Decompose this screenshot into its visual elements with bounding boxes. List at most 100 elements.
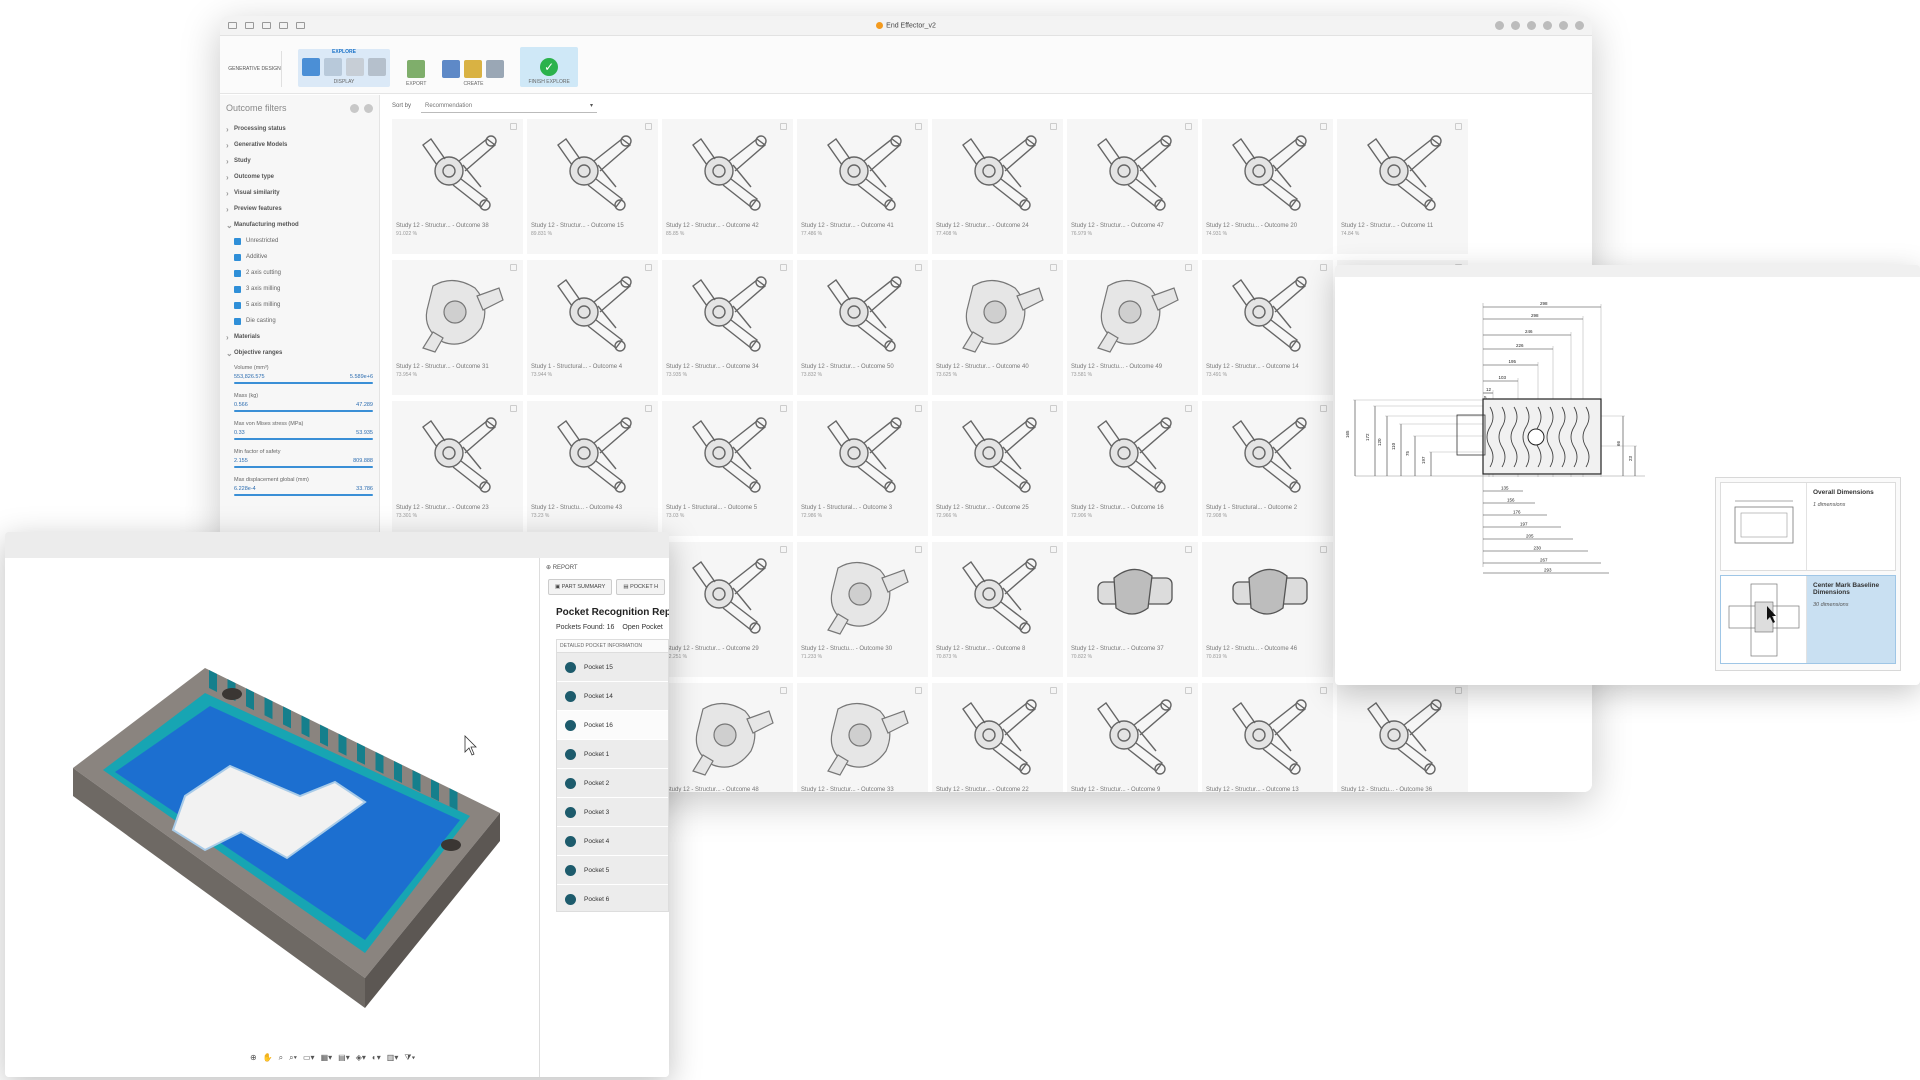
suggestion-center-mark-baseline[interactable]: Center Mark Baseline Dimensions 30 dimens… xyxy=(1720,575,1896,664)
range-max[interactable]: 33.786 xyxy=(356,486,373,492)
effects-icon[interactable]: ▥▾ xyxy=(387,1053,399,1063)
viewports-icon[interactable]: ▤▾ xyxy=(338,1053,350,1063)
favorite-icon[interactable] xyxy=(1320,405,1327,412)
outcome-card[interactable]: Study 12 - Structur... - Outcome 37 70.82… xyxy=(1067,542,1198,677)
filter-section-manufacturing[interactable]: Manufacturing method xyxy=(226,217,373,233)
method-checkbox[interactable]: 5 axis milling xyxy=(226,297,373,313)
fit-icon[interactable]: ⌕▾ xyxy=(289,1053,297,1063)
outcome-card[interactable]: Study 12 - Structur... - Outcome 29 72.25… xyxy=(662,542,793,677)
favorite-icon[interactable] xyxy=(510,123,517,130)
range-slider[interactable] xyxy=(234,494,373,496)
favorite-icon[interactable] xyxy=(1320,546,1327,553)
outcome-card[interactable]: Study 12 - Structur... - Outcome 47 76.97… xyxy=(1067,119,1198,254)
outcome-card[interactable]: Study 12 - Structur... - Outcome 969.579… xyxy=(1067,683,1198,792)
pocket-row[interactable]: Pocket 2 xyxy=(557,769,668,798)
method-checkbox[interactable]: 2 axis cutting xyxy=(226,265,373,281)
range-min[interactable]: 0.566 xyxy=(234,402,248,408)
favorite-icon[interactable] xyxy=(1050,687,1057,694)
pocket-row[interactable]: Pocket 4 xyxy=(557,827,668,856)
favorite-icon[interactable] xyxy=(780,687,787,694)
objective-range[interactable]: Min factor of safety 2.155 809.888 xyxy=(226,449,373,468)
outcome-card[interactable]: Study 12 - Structur... - Outcome 31 73.95… xyxy=(392,260,523,395)
display-settings-icon[interactable]: ▭▾ xyxy=(303,1053,315,1063)
range-slider[interactable] xyxy=(234,410,373,412)
favorite-icon[interactable] xyxy=(1050,264,1057,271)
favorite-icon[interactable] xyxy=(780,546,787,553)
range-min[interactable]: 2.155 xyxy=(234,458,248,464)
pocket-row[interactable]: Pocket 3 xyxy=(557,798,668,827)
favorite-icon[interactable] xyxy=(645,264,652,271)
redo-icon[interactable] xyxy=(296,22,305,29)
outcome-card[interactable]: Study 12 - Structur... - Outcome 25 72.96… xyxy=(932,401,1063,536)
outcome-card[interactable]: Study 12 - Structur... - Outcome 40 73.62… xyxy=(932,260,1063,395)
outcome-card[interactable]: Study 12 - Structur... - Outcome 16 72.90… xyxy=(1067,401,1198,536)
favorite-icon[interactable] xyxy=(1185,687,1192,694)
outcome-card[interactable]: Study 1 - Structural... - Outcome 3 72.98… xyxy=(797,401,928,536)
3d-viewport[interactable]: ⊕ ✋ ⌕ ⌕▾ ▭▾ ▦▾ ▤▾ ◈▾ ◐▾ ▥▾ ⧩▾ xyxy=(5,558,539,1077)
tab-pocket-hierarchy[interactable]: ▤ POCKET H xyxy=(616,579,666,595)
filter-section[interactable]: Processing status xyxy=(226,121,373,137)
objective-range[interactable]: Max von Mises stress (MPa) 0.33 53.935 xyxy=(226,421,373,440)
notifications-icon[interactable] xyxy=(1543,21,1552,30)
pocket-row[interactable]: Pocket 15 xyxy=(557,653,668,682)
help-icon[interactable] xyxy=(1559,21,1568,30)
method-checkbox[interactable]: Die casting xyxy=(226,313,373,329)
favorite-icon[interactable] xyxy=(1050,546,1057,553)
properties-view-icon[interactable] xyxy=(324,58,342,76)
favorite-icon[interactable] xyxy=(915,264,922,271)
favorite-icon[interactable] xyxy=(645,123,652,130)
sort-select[interactable]: Recommendation ▾ xyxy=(421,100,598,113)
workspace-switcher[interactable]: GENERATIVE DESIGN xyxy=(228,51,282,87)
method-checkbox[interactable]: Additive xyxy=(226,249,373,265)
zoom-icon[interactable]: ⌕ xyxy=(279,1053,283,1063)
add-tab-icon[interactable] xyxy=(1495,21,1504,30)
range-max[interactable]: 53.935 xyxy=(356,430,373,436)
outcome-card[interactable]: Study 12 - Structu... - Outcome 43 73.23 … xyxy=(527,401,658,536)
pocket-row[interactable]: Pocket 16 xyxy=(557,711,668,740)
pocket-row[interactable]: Pocket 6 xyxy=(557,885,668,911)
app-menu-icon[interactable] xyxy=(228,22,237,29)
object-visibility-icon[interactable]: ⧩▾ xyxy=(404,1053,415,1063)
outcome-card[interactable]: Study 12 - Structur... - Outcome 2269.45… xyxy=(932,683,1063,792)
favorite-icon[interactable] xyxy=(915,405,922,412)
visual-style-icon[interactable]: ◈▾ xyxy=(356,1053,366,1063)
outcome-card[interactable]: Study 12 - Structu... - Outcome 20 74.931… xyxy=(1202,119,1333,254)
range-min[interactable]: 553,826.575 xyxy=(234,374,265,380)
file-icon[interactable] xyxy=(245,22,254,29)
outcome-card[interactable]: Study 1 - Structural... - Outcome 4 73.94… xyxy=(527,260,658,395)
outcome-card[interactable]: Study 12 - Structur... - Outcome 3369.69… xyxy=(797,683,928,792)
filter-section[interactable]: Preview features xyxy=(226,201,373,217)
outcome-card[interactable]: Study 1 - Structural... - Outcome 2 72.90… xyxy=(1202,401,1333,536)
outcome-card[interactable]: Study 12 - Structur... - Outcome 8 70.873… xyxy=(932,542,1063,677)
outcome-card[interactable]: Study 1 - Structural... - Outcome 5 73.03… xyxy=(662,401,793,536)
range-slider[interactable] xyxy=(234,438,373,440)
pocket-row[interactable]: Pocket 1 xyxy=(557,740,668,769)
save-icon[interactable] xyxy=(262,22,271,29)
filter-section[interactable]: Outcome type xyxy=(226,169,373,185)
outcome-card[interactable]: Study 12 - Structur... - Outcome 1369.13… xyxy=(1202,683,1333,792)
create-drawing-icon[interactable] xyxy=(486,60,505,78)
extensions-icon[interactable] xyxy=(1511,21,1520,30)
create-mesh-icon[interactable] xyxy=(464,60,483,78)
environment-icon[interactable]: ◐▾ xyxy=(372,1053,381,1063)
favorite-icon[interactable] xyxy=(1185,405,1192,412)
method-checkbox[interactable]: 3 axis milling xyxy=(226,281,373,297)
range-min[interactable]: 6.228e-4 xyxy=(234,486,256,492)
filter-section-objectives[interactable]: Objective ranges xyxy=(226,345,373,361)
method-checkbox[interactable]: Unrestricted xyxy=(226,233,373,249)
favorite-icon[interactable] xyxy=(780,123,787,130)
favorite-icon[interactable] xyxy=(915,687,922,694)
objective-range[interactable]: Mass (kg) 0.566 47.289 xyxy=(226,393,373,412)
outcome-card[interactable]: Study 12 - Structu... - Outcome 46 70.819… xyxy=(1202,542,1333,677)
suggestion-overall-dimensions[interactable]: Overall Dimensions 1 dimensions xyxy=(1720,482,1896,571)
finish-explore-group[interactable]: ✓ FINISH EXPLORE xyxy=(520,47,578,87)
orbit-icon[interactable]: ⊕ xyxy=(250,1053,257,1063)
favorite-icon[interactable] xyxy=(915,123,922,130)
outcome-card[interactable]: Study 12 - Structu... - Outcome 30 71.233… xyxy=(797,542,928,677)
favorite-icon[interactable] xyxy=(1050,123,1057,130)
outcome-card[interactable]: Study 12 - Structu... - Outcome 49 73.581… xyxy=(1067,260,1198,395)
outcome-card[interactable]: Study 12 - Structur... - Outcome 41 77.48… xyxy=(797,119,928,254)
favorite-icon[interactable] xyxy=(1185,123,1192,130)
favorite-icon[interactable] xyxy=(1050,405,1057,412)
favorite-icon[interactable] xyxy=(510,405,517,412)
